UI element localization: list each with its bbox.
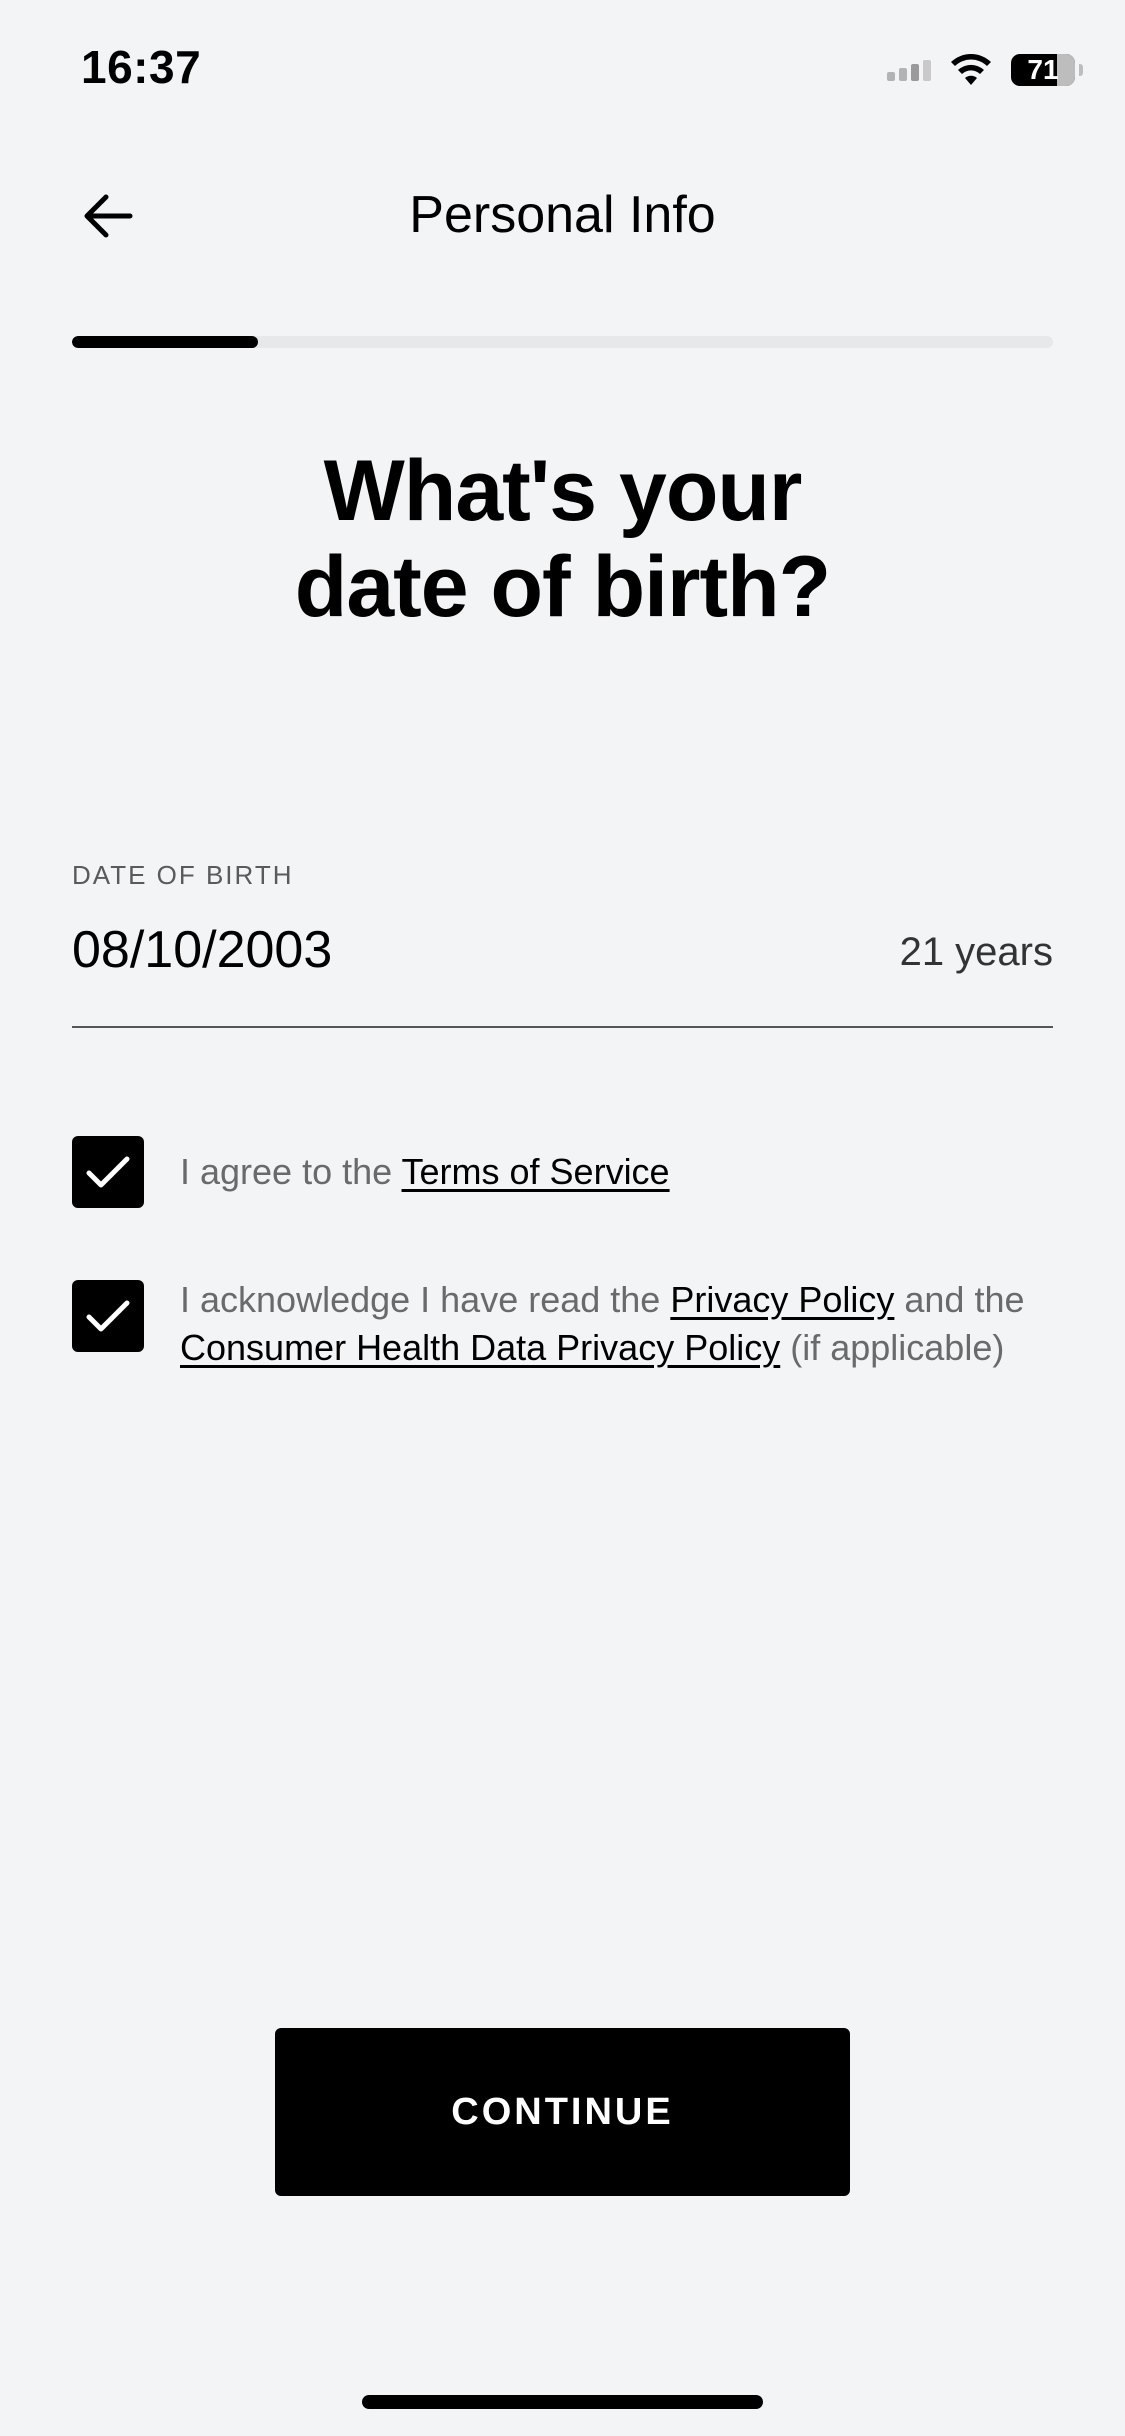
cellular-signal-icon: [887, 59, 931, 81]
terms-text: I agree to the Terms of Service: [180, 1148, 670, 1196]
progress-fill: [72, 336, 259, 348]
battery-percent: 71: [1027, 54, 1059, 85]
dob-label: DATE OF BIRTH: [72, 860, 294, 890]
privacy-checkbox[interactable]: [72, 1280, 144, 1352]
privacy-prefix: I acknowledge I have read the: [180, 1279, 671, 1320]
dob-input[interactable]: 08/10/2003: [72, 920, 332, 980]
dob-underline: [72, 1026, 1053, 1028]
progress-bar: [72, 336, 1053, 348]
terms-consent-row: I agree to the Terms of Service: [72, 1136, 1053, 1208]
terms-prefix: I agree to the: [180, 1151, 402, 1192]
status-time: 16:37: [81, 41, 202, 93]
continue-button[interactable]: CONTINUE: [275, 2028, 850, 2196]
privacy-consent-row: I acknowledge I have read the Privacy Po…: [72, 1279, 1053, 1372]
terms-of-service-link[interactable]: Terms of Service: [402, 1151, 670, 1192]
battery-icon: 71: [1011, 54, 1075, 86]
privacy-suffix: (if applicable): [780, 1327, 1005, 1368]
privacy-policy-link[interactable]: Privacy Policy: [670, 1279, 894, 1320]
terms-checkbox[interactable]: [72, 1136, 144, 1208]
battery-tip: [1079, 64, 1083, 76]
page-title: Personal Info: [409, 186, 716, 244]
privacy-text: I acknowledge I have read the Privacy Po…: [180, 1276, 1053, 1372]
question-line-1: What's your: [323, 443, 803, 539]
checkmark-icon: [86, 1156, 130, 1188]
privacy-middle: and the: [894, 1279, 1025, 1320]
question-line-2: date of birth?: [294, 539, 831, 635]
age-text: 21 years: [899, 930, 1053, 974]
consumer-health-data-privacy-policy-link[interactable]: Consumer Health Data Privacy Policy: [180, 1327, 780, 1368]
status-icons: 71: [887, 50, 1083, 90]
home-indicator[interactable]: [362, 2395, 763, 2409]
personal-info-screen: 16:37 71 Personal Info What's your date …: [0, 0, 1125, 2436]
question-heading: What's your date of birth?: [0, 443, 1125, 635]
wifi-icon: [951, 54, 991, 85]
checkmark-icon: [86, 1300, 130, 1332]
